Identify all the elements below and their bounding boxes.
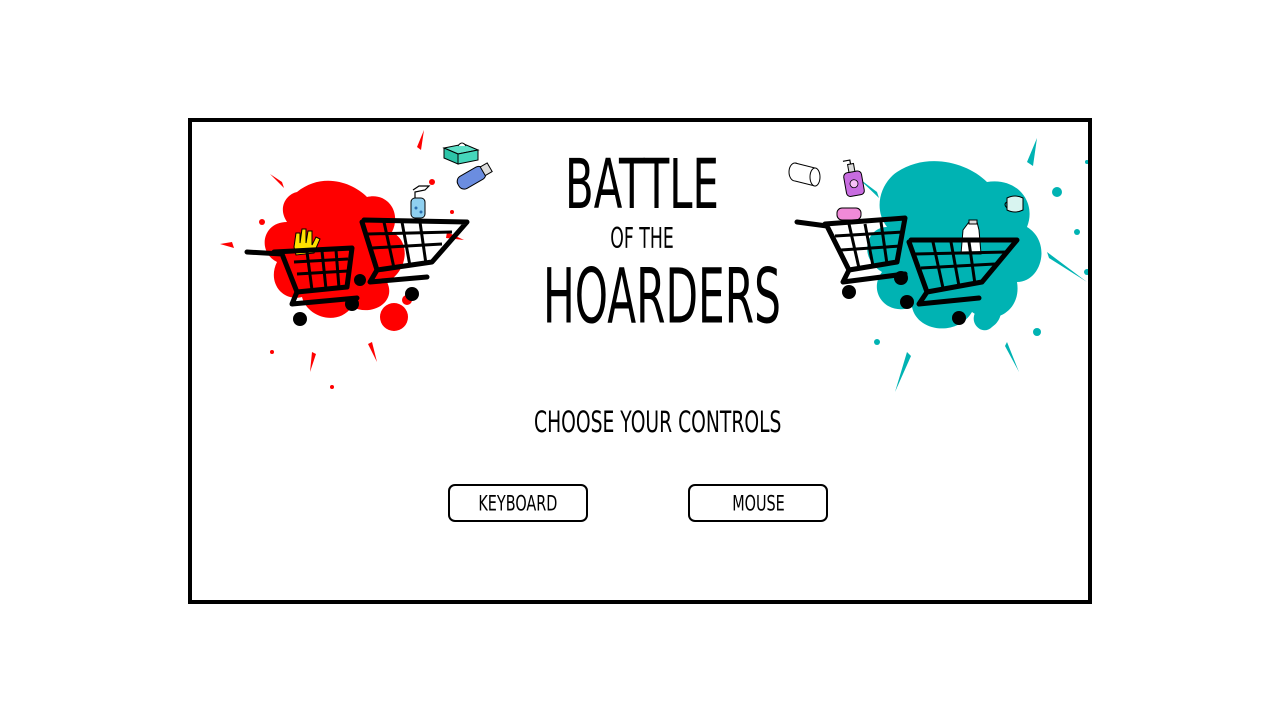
keyboard-button-label: KEYBOARD (478, 490, 558, 516)
red-splash-art (220, 130, 493, 389)
choose-controls-prompt: CHOOSE YOUR CONTROLS (534, 406, 782, 440)
soap-bar-icon (836, 207, 862, 221)
mouse-button[interactable]: MOUSE (688, 484, 828, 522)
game-menu-frame: BATTLE OF THE HOARDERS CHOOSE YOUR CONTR… (188, 118, 1092, 604)
mouse-button-label: MOUSE (731, 490, 785, 516)
tissue-box-icon (442, 142, 480, 165)
face-mask-icon (1004, 195, 1024, 213)
teal-splash-art (788, 138, 1088, 392)
soap-bottle-icon (842, 159, 865, 197)
toilet-paper-icon (788, 162, 821, 187)
title-line-battle: BATTLE (565, 144, 719, 225)
keyboard-button[interactable]: KEYBOARD (448, 484, 588, 522)
spray-bottle-icon (410, 185, 431, 219)
title-line-hoarders: HOARDERS (543, 254, 781, 342)
hand-sanitizer-icon (456, 162, 493, 190)
game-title: BATTLE OF THE HOARDERS (492, 150, 792, 338)
